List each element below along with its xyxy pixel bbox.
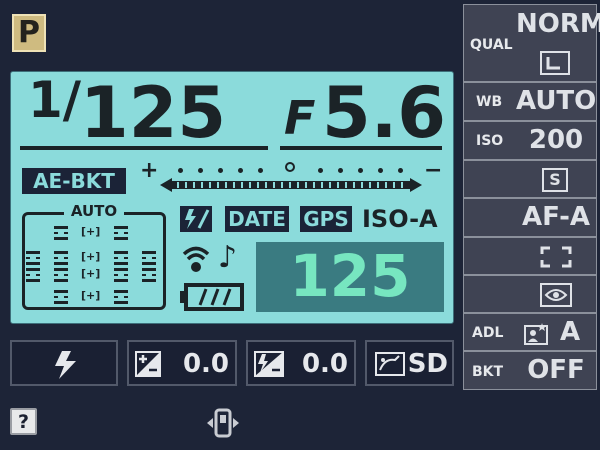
meter-dot — [378, 168, 383, 173]
adl-label: ADL — [472, 325, 504, 341]
battery-icon — [180, 283, 244, 311]
af-point — [142, 251, 156, 265]
picture-control-value: SD — [407, 349, 448, 379]
shooting-mode-badge[interactable]: P — [12, 14, 46, 52]
meter-dot — [318, 168, 323, 173]
adl-value: A — [559, 317, 581, 347]
bkt-value: OFF — [527, 355, 585, 385]
help-button[interactable]: ? — [10, 408, 37, 435]
flash-icon — [55, 351, 76, 379]
af-point: [+] — [81, 267, 101, 280]
af-area-label: AUTO — [64, 203, 124, 219]
af-area-icon — [540, 246, 572, 268]
af-point — [26, 251, 40, 265]
meter-minus-sign: − — [424, 158, 443, 183]
exposure-comp-box[interactable]: 0.0 — [127, 340, 237, 386]
multi-selector-icon — [207, 408, 239, 438]
exposure-comp-icon — [135, 351, 161, 377]
af-point — [54, 290, 68, 304]
af-point: [+] — [81, 225, 101, 238]
bkt-label: BKT — [472, 364, 504, 380]
af-point — [54, 226, 68, 240]
metering-icon — [540, 283, 572, 307]
picture-control-box[interactable]: SD — [365, 340, 454, 386]
shutter-underline — [20, 146, 268, 150]
iso-setting[interactable]: ISO 200 — [463, 121, 597, 160]
aperture-value: 5.6 — [322, 72, 447, 154]
meter-plus-sign: + — [140, 158, 159, 183]
af-point — [54, 268, 68, 282]
meter-dot — [358, 168, 363, 173]
aperture-prefix: F — [284, 91, 316, 145]
af-area-setting[interactable] — [463, 237, 597, 275]
gps-tag: GPS — [300, 206, 352, 232]
meter-dot — [218, 168, 223, 173]
af-mode-value: AF-A — [522, 202, 590, 232]
aperture-underline — [280, 146, 442, 150]
bracketing-setting[interactable]: BKT OFF — [463, 351, 597, 390]
flash-comp-value: 0.0 — [301, 349, 348, 379]
ae-bracketing-tag: AE-BKT — [22, 168, 126, 194]
wb-label: WB — [476, 94, 503, 110]
image-quality-setting[interactable]: QUAL NORM — [463, 4, 600, 82]
white-balance-setting[interactable]: WB AUTO — [463, 82, 597, 121]
adl-setting[interactable]: ADL A — [463, 313, 597, 351]
af-mode-setting[interactable]: AF-A — [463, 198, 597, 237]
af-point — [114, 226, 128, 240]
iso-label: ISO — [476, 133, 504, 149]
af-point — [54, 251, 68, 265]
meter-dot — [198, 168, 203, 173]
af-point: [+] — [81, 289, 101, 302]
meter-dot — [178, 168, 183, 173]
af-point: [+] — [81, 250, 101, 263]
flash-cancel-icon — [180, 206, 212, 232]
af-point — [142, 268, 156, 282]
meter-dot — [258, 168, 263, 173]
wifi-icon — [182, 246, 210, 272]
af-point — [114, 268, 128, 282]
iso-display-value: 125 — [289, 242, 411, 310]
meter-dot — [398, 168, 403, 173]
meter-zero-marker — [285, 162, 295, 172]
meter-dot — [338, 168, 343, 173]
exposure-comp-value: 0.0 — [182, 349, 229, 379]
adl-icon — [524, 323, 548, 345]
shutter-speed-value: 125 — [80, 72, 227, 154]
iso-auto-indicator: ISO-A — [362, 205, 438, 233]
settings-panel: QUAL NORM WB AUTO ISO 200 S AF-A ADL A B… — [463, 4, 600, 390]
iso-value: 200 — [528, 125, 584, 155]
flash-comp-box[interactable]: 0.0 — [246, 340, 356, 386]
release-mode-icon: S — [542, 168, 568, 192]
date-imprint-tag: DATE — [225, 206, 289, 232]
af-point — [26, 268, 40, 282]
exposure-meter-bar — [160, 178, 422, 192]
wb-value: AUTO — [516, 86, 597, 116]
qual-label: QUAL — [470, 37, 513, 53]
meter-dot — [238, 168, 243, 173]
metering-setting[interactable] — [463, 275, 597, 313]
shutter-prefix: 1/ — [28, 71, 82, 129]
af-point — [114, 251, 128, 265]
music-icon: ♪ — [218, 240, 238, 275]
flash-mode-box[interactable] — [10, 340, 118, 386]
flash-comp-icon — [254, 351, 284, 377]
af-point — [114, 290, 128, 304]
release-mode-setting[interactable]: S — [463, 160, 597, 198]
image-size-icon — [540, 51, 570, 75]
picture-control-icon — [375, 352, 405, 376]
qual-value: NORM — [516, 9, 600, 39]
